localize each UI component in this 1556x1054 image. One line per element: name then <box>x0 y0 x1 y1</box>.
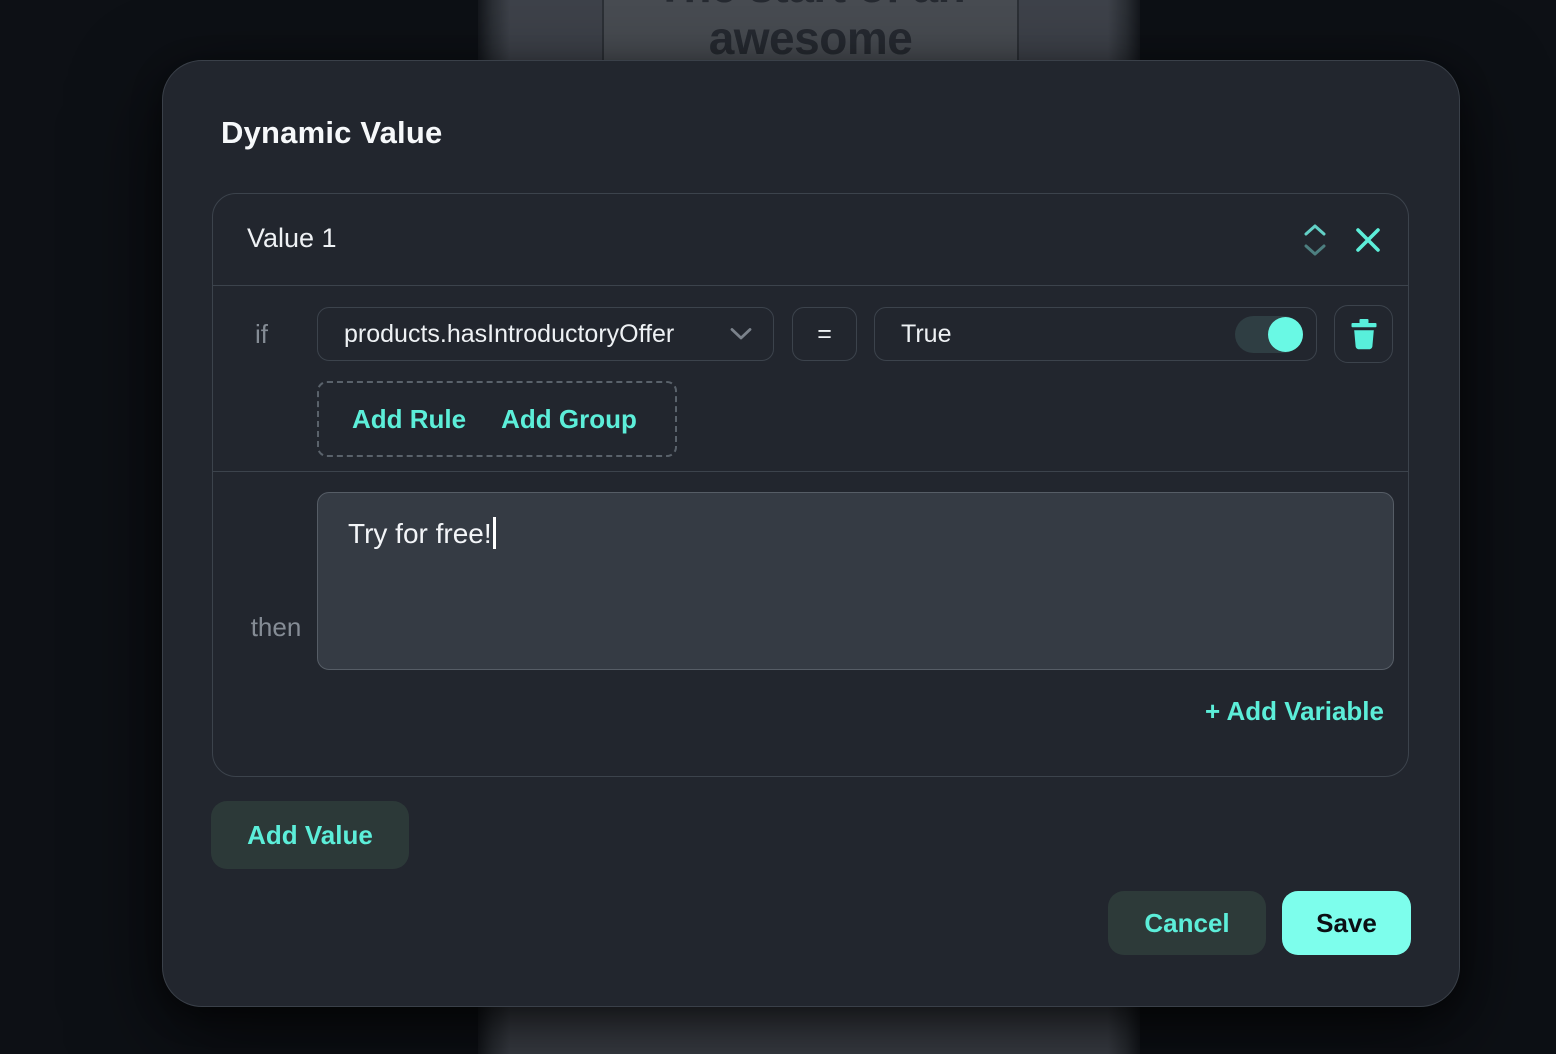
delete-rule-button[interactable] <box>1334 305 1393 363</box>
operator-box[interactable]: = <box>792 307 857 361</box>
operator-value: = <box>817 320 832 349</box>
boolean-toggle[interactable] <box>1235 316 1302 353</box>
value-card-header: Value 1 <box>213 194 1408 286</box>
chevron-down-icon <box>729 327 753 341</box>
reorder-icon[interactable] <box>1302 221 1328 259</box>
save-button[interactable]: Save <box>1282 891 1411 955</box>
add-variable-button[interactable]: + Add Variable <box>1205 696 1384 727</box>
add-group-button[interactable]: Add Group <box>501 404 637 435</box>
condition-field-value: products.hasIntroductoryOffer <box>344 320 674 349</box>
condition-value-field: True <box>874 307 1317 361</box>
value-card: Value 1 if products.hasIntrod <box>212 193 1409 777</box>
paywall-preview-title-line2: awesome <box>604 12 1017 62</box>
value-textarea-text: Try for free! <box>348 518 492 549</box>
condition-section: if products.hasIntroductoryOffer = True <box>213 286 1408 472</box>
page: The start of an awesome Dynamic Value Va… <box>0 0 1556 1054</box>
paywall-preview-title-line1: The start of an <box>604 0 1017 12</box>
value-textarea[interactable]: Try for free! <box>317 492 1394 670</box>
cancel-button[interactable]: Cancel <box>1108 891 1266 955</box>
add-value-button[interactable]: Add Value <box>211 801 409 869</box>
paywall-preview-card: The start of an awesome <box>602 0 1019 62</box>
trash-icon <box>1350 319 1378 350</box>
condition-field-dropdown[interactable]: products.hasIntroductoryOffer <box>317 307 774 361</box>
add-rule-button[interactable]: Add Rule <box>352 404 466 435</box>
condition-value-label: True <box>901 320 951 349</box>
paywall-preview-title: The start of an awesome <box>604 0 1017 62</box>
modal-title: Dynamic Value <box>221 115 442 151</box>
then-label: then <box>235 612 317 643</box>
toggle-knob <box>1268 317 1303 352</box>
if-label: if <box>255 319 268 350</box>
close-icon[interactable] <box>1352 224 1384 256</box>
add-rule-group-box: Add Rule Add Group <box>317 381 677 457</box>
then-section: then Try for free! + Add Variable <box>213 472 1408 778</box>
text-cursor <box>493 517 496 549</box>
value-name-label: Value 1 <box>247 223 337 254</box>
dynamic-value-modal: Dynamic Value Value 1 <box>162 60 1460 1007</box>
